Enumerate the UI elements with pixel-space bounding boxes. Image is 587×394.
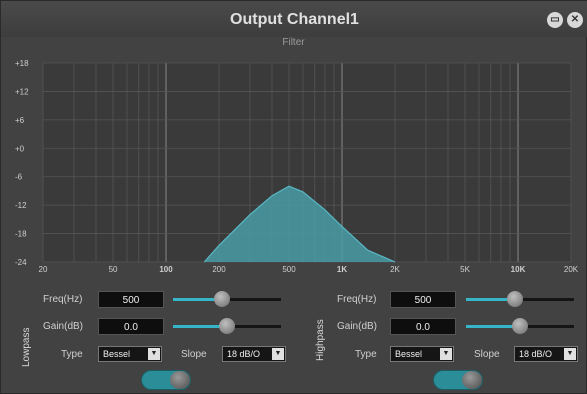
filter-window: Output Channel1 ▭ ✕ Filter +18 +12 +6 +0 -6 -…: [0, 0, 587, 394]
lowpass-section-label: Lowpass: [21, 327, 32, 367]
highpass-freq-input[interactable]: 500: [390, 291, 456, 308]
y-tick-label: -12: [15, 201, 27, 210]
highpass-gain-input[interactable]: 0.0: [390, 318, 456, 335]
highpass-type-select[interactable]: Bessel ▼: [390, 346, 454, 362]
chevron-down-icon: ▼: [148, 348, 160, 360]
x-tick-label: 50: [109, 265, 118, 274]
y-tick-label: +6: [15, 116, 25, 125]
y-tick-label: +12: [15, 87, 29, 96]
toggle-knob: [170, 371, 190, 389]
highpass-section-label: Highpass: [315, 319, 326, 361]
lowpass-type-select[interactable]: Bessel ▼: [98, 346, 162, 362]
x-tick-label: 200: [212, 265, 226, 274]
y-tick-label: -18: [15, 230, 27, 239]
slider-knob[interactable]: [213, 291, 230, 307]
lowpass-type-label: Type: [61, 349, 83, 360]
lowpass-gain-input[interactable]: 0.0: [98, 318, 164, 335]
restore-icon[interactable]: ▭: [547, 12, 563, 28]
lowpass-freq-input[interactable]: 500: [98, 291, 164, 308]
y-tick-label: +0: [15, 144, 25, 153]
x-tick-label: 2K: [390, 265, 400, 274]
x-tick-label: 500: [282, 265, 296, 274]
highpass-gain-label: Gain(dB): [337, 321, 378, 332]
highpass-freq-label: Freq(Hz): [337, 294, 377, 305]
x-tick-label: 1K: [337, 265, 347, 274]
x-tick-label: 20K: [564, 265, 578, 274]
x-tick-label: 10K: [511, 265, 526, 274]
lowpass-gain-label: Gain(dB): [43, 321, 84, 332]
highpass-slope-label: Slope: [474, 349, 500, 360]
y-tick-label: +18: [15, 59, 29, 68]
chevron-down-icon: ▼: [272, 348, 284, 360]
filter-response-chart: +18 +12 +6 +0 -6 -12 -18 -24 20 50 100 200 500 1K 2K 5K…: [15, 59, 578, 274]
highpass-slope-select[interactable]: 18 dB/O ▼: [514, 346, 578, 362]
lowpass-freq-label: Freq(Hz): [43, 294, 83, 305]
chevron-down-icon: ▼: [440, 348, 452, 360]
lowpass-type-value: Bessel: [103, 349, 131, 359]
chevron-down-icon: ▼: [564, 348, 576, 360]
highpass-enable-toggle[interactable]: [433, 370, 483, 390]
x-tick-label: 100: [159, 265, 173, 274]
slider-knob[interactable]: [506, 291, 523, 307]
lowpass-enable-toggle[interactable]: [141, 370, 191, 390]
x-tick-label: 5K: [460, 265, 470, 274]
close-icon[interactable]: ✕: [567, 12, 583, 28]
y-tick-label: -6: [15, 173, 23, 182]
slider-knob[interactable]: [512, 318, 528, 334]
lowpass-freq-slider[interactable]: [173, 291, 281, 307]
chart-subtitle: Filter: [282, 37, 305, 48]
lowpass-slope-label: Slope: [181, 349, 207, 360]
highpass-type-label: Type: [355, 349, 377, 360]
lowpass-slope-select[interactable]: 18 dB/O ▼: [222, 346, 286, 362]
x-tick-label: 20: [39, 265, 48, 274]
lowpass-slope-value: 18 dB/O: [227, 349, 261, 359]
highpass-type-value: Bessel: [395, 349, 423, 359]
highpass-slope-value: 18 dB/O: [519, 349, 553, 359]
highpass-freq-slider[interactable]: [466, 291, 574, 307]
title-bar[interactable]: Output Channel1 ▭ ✕: [1, 1, 587, 37]
slider-knob[interactable]: [219, 318, 235, 334]
highpass-gain-slider[interactable]: [466, 318, 574, 334]
y-tick-label: -24: [15, 258, 27, 267]
window-title: Output Channel1: [230, 11, 359, 28]
toggle-knob: [462, 371, 482, 389]
lowpass-gain-slider[interactable]: [173, 318, 281, 334]
